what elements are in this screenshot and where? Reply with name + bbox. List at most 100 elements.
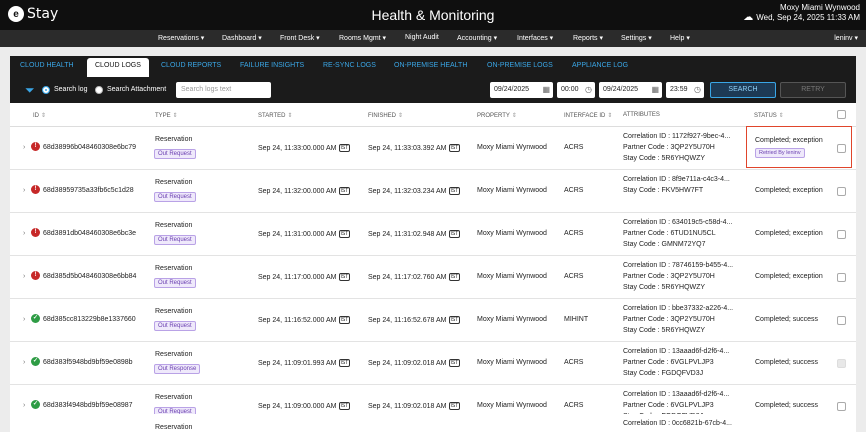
tab-on-premise-health[interactable]: ON-PREMISE HEALTH	[394, 62, 467, 69]
row-attributes: Correlation ID : 1172f927-9bec-4... Partn…	[623, 131, 730, 164]
nav-settings[interactable]: Settings ▾	[621, 34, 652, 42]
app-logo[interactable]: e Stay	[8, 6, 58, 22]
table-row[interactable]: ›! 68d385d5b048460308e6bb84 Reservation Out…	[10, 256, 856, 299]
search-logs-input[interactable]: Search logs text	[176, 82, 271, 98]
table-row[interactable]: › ✓ 68d383f5948bd9bf59e0898b Reservation Out…	[10, 342, 856, 385]
nav-night-audit[interactable]: Night Audit	[405, 34, 439, 41]
select-all-checkbox[interactable]	[837, 110, 846, 119]
direction-badge: Out Request	[154, 192, 196, 202]
tab-cloud-logs[interactable]: CLOUD LOGS	[87, 58, 149, 77]
expand-chevron-icon[interactable]: ›	[23, 359, 25, 366]
nav-accounting[interactable]: Accounting ▾	[457, 34, 497, 42]
col-property-header[interactable]: PROPERTY ⇕	[477, 112, 517, 119]
expand-chevron-icon[interactable]: ›	[23, 187, 25, 194]
nav-help[interactable]: Help ▾	[670, 34, 690, 42]
row-id[interactable]: 68d383f4948bd9bf59e08987	[43, 402, 133, 409]
sort-icon[interactable]: ⇕	[607, 113, 612, 119]
row-checkbox[interactable]	[837, 402, 846, 411]
nav-reservations[interactable]: Reservations ▾	[158, 34, 204, 42]
radio-search-log-label[interactable]: Search log	[54, 86, 87, 93]
row-checkbox[interactable]	[837, 230, 846, 239]
row-started-value: Sep 24, 11:09:00.000 AM	[258, 402, 337, 410]
row-attributes: Correlation ID : 13aaad6f-d2f6-4... Partn…	[623, 346, 729, 379]
error-icon: !	[31, 228, 40, 237]
expand-chevron-icon[interactable]: ›	[23, 144, 25, 151]
expand-chevron-icon[interactable]: ›	[23, 273, 25, 280]
row-id[interactable]: 68d383f5948bd9bf59e0898b	[43, 359, 133, 366]
to-time-field[interactable]: 23:59 ◷	[666, 82, 704, 98]
from-date-field[interactable]: 09/24/2025 ▦	[490, 82, 553, 98]
direction-badge: Out Request	[154, 235, 196, 245]
tab-failure-insights[interactable]: FAILURE INSIGHTS	[240, 62, 304, 69]
expand-chevron-icon[interactable]: ›	[23, 230, 25, 237]
tab-cloud-health[interactable]: CLOUD HEALTH	[20, 62, 74, 69]
nav-front-desk[interactable]: Front Desk ▾	[280, 34, 320, 42]
sort-icon[interactable]: ⇕	[779, 113, 784, 119]
row-type: Reservation	[155, 136, 193, 143]
row-finished: Sep 24, 11:09:02.018 AM IST	[368, 402, 461, 410]
success-icon: ✓	[31, 400, 40, 409]
filter-icon[interactable]: ⏷	[25, 83, 35, 98]
clock-icon[interactable]: ◷	[694, 85, 701, 94]
row-checkbox[interactable]	[837, 187, 846, 196]
row-interface-id: ACRS	[564, 402, 584, 409]
clock-icon[interactable]: ◷	[585, 85, 592, 94]
nav-dashboard[interactable]: Dashboard ▾	[222, 34, 262, 42]
tab-appliance-log[interactable]: APPLIANCE LOG	[572, 62, 628, 69]
row-status: Completed; exception	[755, 187, 823, 194]
nav-rooms-mgmt[interactable]: Rooms Mgmt ▾	[339, 34, 386, 42]
col-interface-id-header[interactable]: INTERFACE ID ⇕	[564, 112, 612, 119]
hotel-info[interactable]: Moxy Miami Wynwood ☁ Wed, Sep 24, 2025 1…	[743, 3, 860, 23]
hotel-name: Moxy Miami Wynwood	[780, 3, 860, 12]
row-interface-id: ACRS	[564, 230, 584, 237]
table-row[interactable]: Reservation Correlation ID : 0cc6821b-67…	[10, 414, 856, 432]
table-row[interactable]: › ✓ 68d385cc813229b8e1337660 Reservation Out…	[10, 299, 856, 342]
from-date-value: 09/24/2025	[494, 86, 530, 93]
sort-icon[interactable]: ⇕	[398, 113, 403, 119]
tab-on-premise-logs[interactable]: ON-PREMISE LOGS	[487, 62, 553, 69]
row-id[interactable]: 68d385d5b048460308e6bb84	[43, 273, 136, 280]
row-finished: Sep 24, 11:16:52.678 AM IST	[368, 316, 461, 324]
row-id[interactable]: 68d38996b048460308e6bc79	[43, 144, 136, 151]
calendar-icon[interactable]: ▦	[542, 85, 550, 94]
table-row[interactable]: ›! 68d38959735a33fb6c5c1d28 Reservation Out…	[10, 170, 856, 213]
row-id[interactable]: 68d3891db048460308e6bc3e	[43, 230, 136, 237]
nav-reports[interactable]: Reports ▾	[573, 34, 603, 42]
radio-search-attachment[interactable]	[95, 86, 103, 94]
sort-icon[interactable]: ⇕	[173, 113, 178, 119]
table-row[interactable]: ›! 68d3891db048460308e6bc3e Reservation Out…	[10, 213, 856, 256]
row-started-value: Sep 24, 11:16:52.000 AM	[258, 316, 337, 324]
col-id-header[interactable]: ID ⇕	[33, 112, 46, 119]
col-status-header[interactable]: STATUS ⇕	[754, 112, 784, 119]
user-menu[interactable]: leninv ▾	[834, 34, 858, 42]
calendar-icon[interactable]: ▦	[651, 85, 659, 94]
to-date-field[interactable]: 09/24/2025 ▦	[599, 82, 662, 98]
cloud-sun-icon: ☁	[743, 12, 754, 23]
tab-re-sync-logs[interactable]: RE-SYNC LOGS	[323, 62, 376, 69]
attr-code-line: Partner Code : 3QP2Y5U70H	[623, 273, 715, 280]
radio-search-attachment-label[interactable]: Search Attachment	[107, 86, 166, 93]
expand-chevron-icon[interactable]: ›	[23, 402, 25, 409]
sort-icon[interactable]: ⇕	[41, 113, 46, 119]
nav-interfaces[interactable]: Interfaces ▾	[517, 34, 553, 42]
row-status: Completed; exception	[755, 273, 823, 280]
tab-cloud-reports[interactable]: CLOUD REPORTS	[161, 62, 221, 69]
row-finished-value: Sep 24, 11:17:02.760 AM	[368, 273, 447, 281]
row-id[interactable]: 68d38959735a33fb6c5c1d28	[43, 187, 134, 194]
from-time-field[interactable]: 00:00 ◷	[557, 82, 595, 98]
row-checkbox[interactable]	[837, 316, 846, 325]
col-started-header[interactable]: STARTED ⇕	[258, 112, 292, 119]
row-checkbox[interactable]	[837, 273, 846, 282]
col-type-header[interactable]: TYPE ⇕	[155, 112, 178, 119]
search-button[interactable]: SEARCH	[710, 82, 776, 98]
attr-code-line: Stay Code : FGDQFVD3J	[623, 370, 704, 377]
retry-button[interactable]: RETRY	[780, 82, 846, 98]
expand-chevron-icon[interactable]: ›	[23, 316, 25, 323]
sort-icon[interactable]: ⇕	[512, 113, 517, 119]
sort-icon[interactable]: ⇕	[287, 113, 292, 119]
row-id[interactable]: 68d385cc813229b8e1337660	[43, 316, 136, 323]
content-panel: CLOUD HEALTH CLOUD LOGS CLOUD REPORTS FA…	[10, 56, 856, 432]
col-finished-header[interactable]: FINISHED ⇕	[368, 112, 403, 119]
table-row[interactable]: ›! 68d38996b048460308e6bc79 Reservation Out…	[10, 127, 856, 170]
radio-search-log[interactable]	[42, 86, 50, 94]
